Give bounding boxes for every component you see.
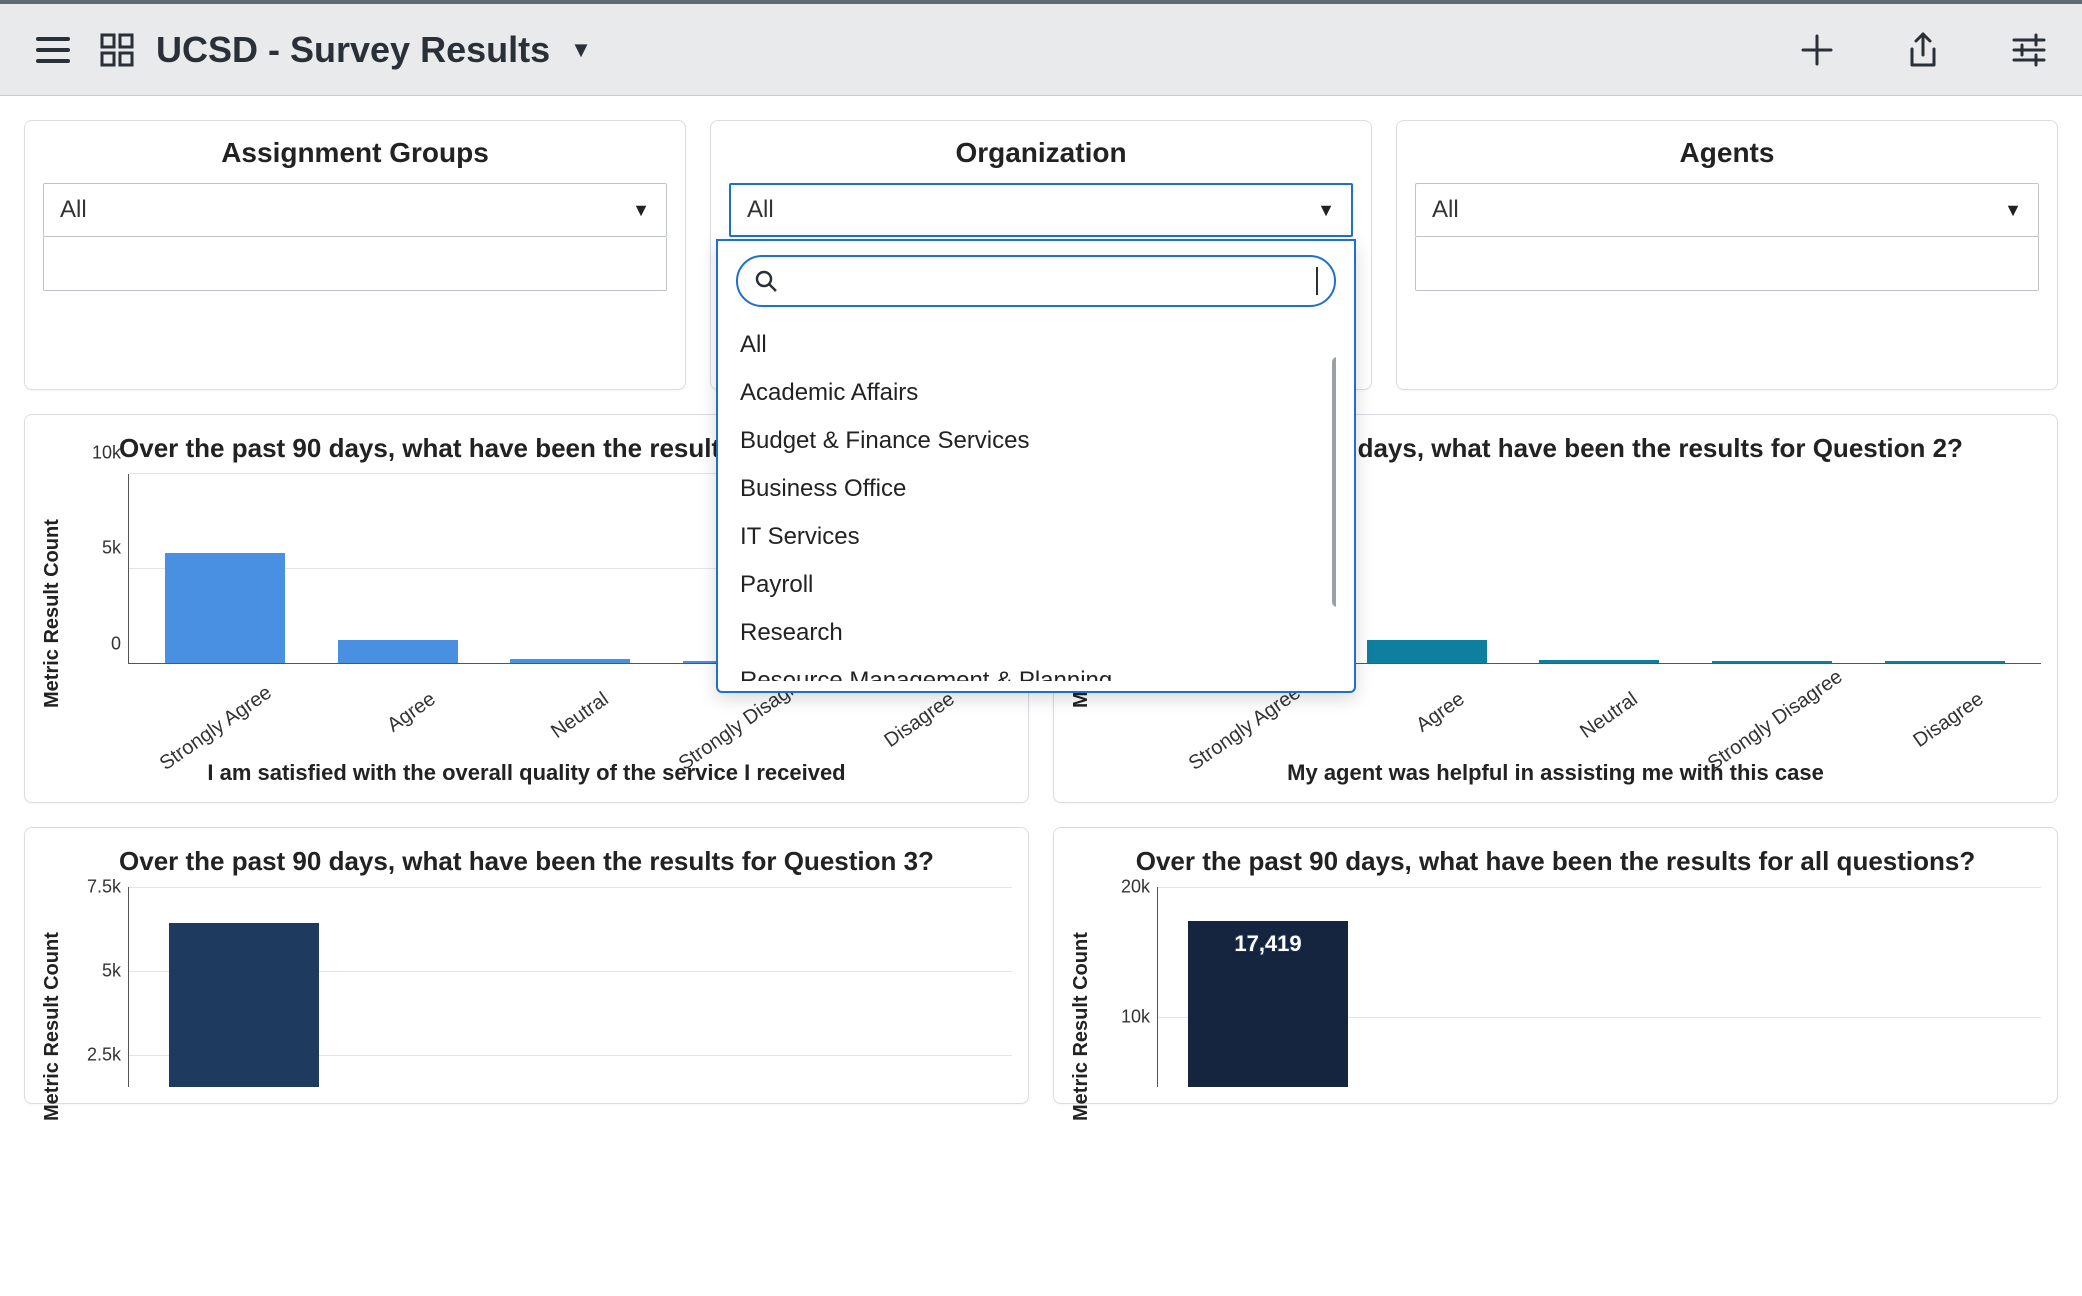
chevron-down-icon: ▼ [632,200,650,221]
settings-sliders-icon[interactable] [2006,27,2052,73]
search-icon [754,269,778,293]
y-tick: 10k [1121,1007,1150,1028]
chevron-down-icon: ▼ [1317,200,1335,221]
y-axis-label: Metric Result Count [1070,927,1093,1127]
y-tick: 5k [102,961,121,982]
dropdown-search-input[interactable] [788,268,1306,294]
chart-card-qall: Over the past 90 days, what have been th… [1053,827,2058,1104]
chart-plot-area: 7.5k 5k 2.5k [128,887,1012,1087]
y-tick: 7.5k [87,877,121,898]
chart-bar[interactable] [165,553,285,663]
chart-title: Over the past 90 days, what have been th… [41,846,1012,877]
title-dropdown-caret[interactable]: ▼ [570,37,592,63]
chart-plot-area: 20k 10k 17,419 [1157,887,2041,1087]
x-tick-label: Disagree [847,688,993,826]
dropdown-option[interactable]: Payroll [736,561,1336,609]
dropdown-option[interactable]: Academic Affairs [736,369,1336,417]
filter-card-assignment-groups: Assignment Groups All ▼ [24,120,686,390]
chevron-down-icon: ▼ [2004,200,2022,221]
bar-data-label: 17,419 [1234,931,1301,957]
y-tick: 10k [92,443,121,464]
menu-icon[interactable] [30,27,76,73]
chart-bar[interactable] [1885,661,2005,663]
select-value: All [1432,196,1459,224]
chart-title: Over the past 90 days, what have been th… [1070,846,2041,877]
x-tick-label: Disagree [1876,688,2022,826]
chart-bar[interactable] [1539,660,1659,663]
dropdown-option[interactable]: All [736,321,1336,369]
assignment-groups-select[interactable]: All ▼ [43,183,667,237]
x-tick-label: Strongly Disagree [674,688,820,826]
y-tick: 20k [1121,877,1150,898]
dropdown-option[interactable]: IT Services [736,513,1336,561]
chart-bar[interactable] [1712,661,1832,663]
y-tick: 5k [102,537,121,558]
page-title: UCSD - Survey Results [156,29,550,71]
chart-bar[interactable] [338,640,458,663]
y-tick: 2.5k [87,1045,121,1066]
dashboard-grid-icon[interactable] [94,27,140,73]
filter-chips-area[interactable] [43,237,667,291]
add-icon[interactable] [1794,27,1840,73]
x-tick-label: Neutral [1531,688,1677,826]
filter-title: Assignment Groups [43,137,667,169]
organization-dropdown-popup: All Academic Affairs Budget & Finance Se… [716,239,1356,693]
dropdown-option[interactable]: Business Office [736,465,1336,513]
dropdown-option[interactable]: Research [736,609,1336,657]
text-cursor [1316,267,1318,295]
filter-card-agents: Agents All ▼ [1396,120,2058,390]
dropdown-search[interactable] [736,255,1336,307]
x-tick-label: Agree [1358,688,1504,826]
x-tick-label: Strongly Agree [156,688,302,826]
top-toolbar: UCSD - Survey Results ▼ [0,4,2082,96]
x-tick-label: Agree [329,688,475,826]
share-icon[interactable] [1900,27,1946,73]
filter-title: Organization [729,137,1353,169]
x-tick-label: Neutral [502,688,648,826]
select-value: All [747,196,774,224]
dropdown-option[interactable]: Budget & Finance Services [736,417,1336,465]
select-value: All [60,196,87,224]
dropdown-scrollbar[interactable] [1332,357,1336,607]
y-axis-label: Metric Result Count [41,927,64,1127]
dropdown-option[interactable]: Resource Management & Planning [736,657,1336,681]
chart-bar[interactable] [1367,640,1487,663]
y-axis-label: Metric Result Count [41,474,64,754]
x-tick-label: Strongly Agree [1185,688,1331,826]
y-tick: 0 [111,634,121,655]
filter-title: Agents [1415,137,2039,169]
chart-card-q3: Over the past 90 days, what have been th… [24,827,1029,1104]
x-tick-label: Strongly Disagree [1703,688,1849,826]
dropdown-options-list: All Academic Affairs Budget & Finance Se… [736,321,1336,681]
agents-select[interactable]: All ▼ [1415,183,2039,237]
organization-select[interactable]: All ▼ [729,183,1353,237]
chart-bar[interactable]: 17,419 [1188,921,1348,1087]
chart-bar[interactable] [510,659,630,663]
filter-chips-area[interactable] [1415,237,2039,291]
chart-bar[interactable] [169,923,319,1087]
